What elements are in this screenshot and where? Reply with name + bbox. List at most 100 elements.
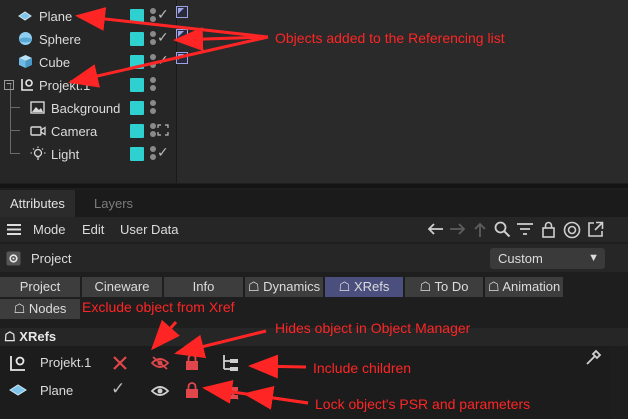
panel-tab-bar: Attributes Layers [0,190,628,217]
up-arrow-icon[interactable] [473,221,487,238]
tab-attributes[interactable]: Attributes [0,190,75,217]
object-row-sphere[interactable]: Sphere ✓ [0,28,176,51]
lock-element-icon[interactable] [540,221,557,238]
object-row-background[interactable]: Background [0,97,176,120]
preset-dropdown[interactable]: Custom ▼ [490,248,605,269]
lock-icon[interactable] [185,382,199,399]
collapse-icon[interactable]: − [4,80,14,90]
visibility-dots[interactable] [150,146,156,160]
target-icon[interactable] [563,221,581,239]
visibility-dots[interactable] [150,123,156,137]
camera-icon [30,126,46,136]
menu-edit[interactable]: Edit [82,217,104,242]
object-manager-empty-area [176,0,628,183]
light-icon [30,146,46,160]
tag-icon[interactable] [130,101,144,115]
phong-tag-icon[interactable] [176,52,188,64]
object-row-projekt[interactable]: − Projekt.1 [0,74,176,97]
tab-xrefs[interactable]: ☖ XRefs [325,277,403,297]
tab-lock-icon: ☖ [13,301,29,316]
tag-icon[interactable] [130,55,144,69]
annotation-children: Include children [313,360,412,376]
tag-icon[interactable] [130,9,144,23]
annotation-exclude: Exclude object from Xref [82,299,235,315]
tab-dynamics[interactable]: ☖ Dynamics [245,277,323,297]
phong-tag-icon[interactable] [176,6,188,18]
enabled-check-icon[interactable]: ✓ [157,145,169,161]
project-settings-icon [6,251,21,266]
tag-icon[interactable] [130,32,144,46]
annotation-hide: Hides object in Object Manager [275,320,471,336]
object-label: Sphere [39,32,81,47]
tab-lock-icon: ☖ [247,279,264,294]
lock-icon[interactable] [185,354,199,371]
annotation-lock: Lock object's PSR and parameters [315,396,531,412]
visibility-dots[interactable] [150,54,156,68]
tag-icon[interactable] [130,124,144,138]
tab-layers[interactable]: Layers [84,190,143,217]
enabled-check-icon[interactable]: ✓ [157,53,169,69]
visibility-dots[interactable] [150,8,156,22]
camera-target-icon[interactable] [157,124,169,136]
filter-icon[interactable] [516,222,534,236]
back-arrow-icon[interactable] [426,222,444,236]
tab-info[interactable]: Info [164,277,243,297]
tab-nodes[interactable]: ☖ Nodes [0,299,80,319]
object-label: Camera [51,124,98,139]
enabled-check-icon[interactable]: ✓ [157,30,169,46]
object-label: Plane [39,9,73,24]
object-row-camera[interactable]: Camera [0,120,176,143]
image-icon [30,101,45,114]
chevron-down-icon: ▼ [588,252,599,264]
tab-animation[interactable]: ☖ Animation [485,277,563,297]
phong-tag-icon[interactable] [176,29,188,41]
object-label: Light [51,147,80,162]
tab-lock-icon: ☖ [419,279,435,294]
sphere-icon [19,32,32,45]
visibility-dots[interactable] [150,31,156,45]
object-row-cube[interactable]: Cube ✓ [0,51,176,74]
object-label: Projekt.1 [39,78,91,93]
tab-lock-icon: ☖ [338,279,354,294]
annotation-referencing-list: Objects added to the Referencing list [275,30,505,46]
null-object-icon [21,79,33,91]
xref-row-projekt[interactable]: Projekt.1 [0,349,610,376]
object-label: Background [51,101,121,116]
plane-icon [18,11,32,21]
new-window-icon[interactable] [587,221,604,238]
tab-lock-icon: ☖ [487,279,503,294]
cube-icon [19,55,32,68]
search-icon[interactable] [494,221,511,238]
object-row-plane[interactable]: Plane ✓ [0,5,176,28]
hamburger-menu-icon[interactable] [6,223,22,236]
xref-object-label: Plane [40,383,74,398]
object-label: Cube [39,55,71,70]
object-row-light[interactable]: Light ✓ [0,143,176,166]
tag-icon[interactable] [130,78,144,92]
visible-eye-icon[interactable] [150,383,170,399]
tab-cineware[interactable]: Cineware [82,277,162,297]
tab-project[interactable]: Project [0,277,80,297]
visibility-dots[interactable] [150,100,156,114]
hierarchy-children-icon[interactable] [221,354,239,372]
menu-user-data[interactable]: User Data [120,217,179,242]
eyedropper-icon[interactable] [584,347,604,367]
forward-arrow-icon[interactable] [449,222,467,236]
menu-mode[interactable]: Mode [33,217,66,242]
preset-dropdown-value: Custom [498,251,543,266]
tab-todo[interactable]: ☖ To Do [405,277,483,297]
xref-object-label: Projekt.1 [40,355,92,370]
plane-icon [9,384,27,396]
hierarchy-excluded-icon[interactable] [221,382,239,400]
enabled-check-icon[interactable]: ✓ [157,7,169,23]
panel-divider[interactable] [0,184,628,188]
include-check-icon[interactable]: ✓ [111,379,125,399]
null-object-icon [10,356,25,371]
attributes-menu-bar: Mode Edit User Data [0,217,628,242]
object-header-label: Project [31,251,72,266]
tag-icon[interactable] [130,147,144,161]
visibility-dots[interactable] [150,77,156,91]
exclude-x-icon[interactable] [111,354,129,372]
hide-eye-icon[interactable] [150,355,170,371]
screen: Plane ✓ Sphere ✓ Cube ✓ − Projekt.1 Back… [0,0,628,419]
